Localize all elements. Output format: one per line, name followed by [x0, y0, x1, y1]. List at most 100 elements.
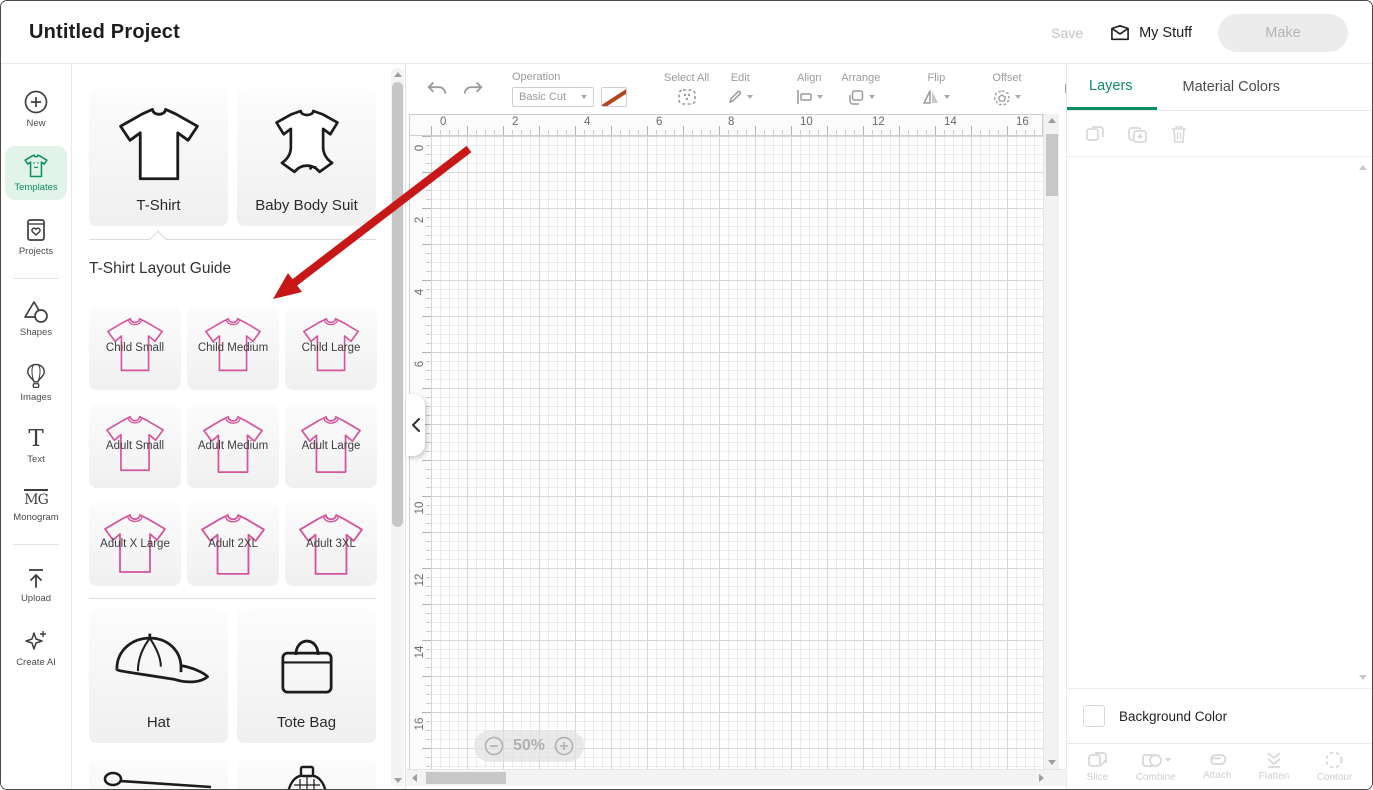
sidebar-item-shapes[interactable]: Shapes [5, 293, 67, 345]
align-button[interactable]: Align [795, 72, 823, 106]
section-title: T-Shirt Layout Guide [89, 260, 231, 278]
ruler-number: 16 [414, 714, 426, 734]
attach-button[interactable]: Attach [1203, 752, 1231, 781]
tab-layers[interactable]: Layers [1067, 64, 1157, 110]
layout-card-adult-x-large[interactable]: Adult X Large [89, 502, 181, 586]
flip-icon [922, 89, 940, 105]
flip-button[interactable]: Flip [922, 72, 950, 106]
duplicate-layer-icon[interactable] [1127, 124, 1148, 144]
edit-button[interactable]: Edit [727, 72, 753, 106]
layout-card-adult-small[interactable]: Adult Small [89, 404, 181, 488]
sidebar-item-images[interactable]: Images [5, 355, 67, 410]
zoom-control: 50% [474, 730, 584, 762]
slice-icon [1087, 751, 1108, 770]
tool-label: Select All [664, 72, 709, 84]
zoom-out-button[interactable] [484, 736, 504, 756]
action-label: Contour [1317, 772, 1353, 783]
arrange-icon [847, 89, 865, 106]
layer-list[interactable] [1067, 157, 1372, 688]
select-all-button[interactable]: Select All [664, 72, 709, 106]
layout-card-adult-medium[interactable]: Adult Medium [187, 404, 279, 488]
undo-button[interactable] [426, 80, 448, 98]
ruler-number: 0 [414, 138, 426, 158]
canvas-toolbar: Operation Basic Cut Select All Edit [406, 64, 1066, 114]
scroll-up-arrow-icon[interactable] [1048, 118, 1056, 123]
canvas-region: Operation Basic Cut Select All Edit [406, 64, 1066, 789]
scroll-down-arrow-icon[interactable] [1048, 760, 1056, 765]
section-divider [89, 598, 376, 599]
scroll-up-arrow-icon[interactable] [394, 72, 402, 77]
layer-tools [1067, 111, 1372, 157]
contour-button[interactable]: Contour [1317, 750, 1353, 783]
operation-select[interactable]: Basic Cut [512, 87, 594, 107]
flatten-button[interactable]: Flatten [1259, 751, 1290, 782]
ruler-number: 14 [414, 642, 426, 662]
scroll-up-arrow-icon[interactable] [1359, 165, 1367, 170]
save-button[interactable]: Save [1051, 25, 1083, 41]
design-canvas[interactable]: 50% [431, 136, 1043, 769]
slice-button[interactable]: Slice [1087, 751, 1109, 783]
caret-down-icon [817, 95, 823, 99]
scrollbar-thumb[interactable] [392, 82, 403, 527]
layout-card-adult-3xl[interactable]: Adult 3XL [285, 502, 377, 586]
template-card-baby-body-suit[interactable]: Baby Body Suit [237, 89, 376, 226]
arrange-button[interactable]: Arrange [841, 72, 880, 106]
template-card-tshirt[interactable]: T-Shirt [89, 89, 228, 226]
canvas-horizontal-scrollbar[interactable] [406, 769, 1066, 786]
sidebar-item-label: Images [20, 392, 51, 403]
templates-panel: T-Shirt Baby Body Suit T-Shirt Layout Gu… [72, 64, 406, 789]
sidebar-item-monogram[interactable]: MG Monogram [5, 482, 67, 530]
canvas-vertical-scrollbar[interactable] [1043, 114, 1059, 769]
flatten-icon [1264, 751, 1284, 769]
sidebar-item-upload[interactable]: Upload [5, 559, 67, 611]
scrollbar-thumb[interactable] [426, 772, 506, 784]
layout-card-child-large[interactable]: Child Large [285, 306, 377, 390]
ruler-number: 6 [414, 354, 426, 374]
tab-material-colors[interactable]: Material Colors [1177, 64, 1287, 110]
layout-card-adult-large[interactable]: Adult Large [285, 404, 377, 488]
layout-card-label: Child Small [89, 342, 181, 354]
undo-icon [426, 80, 448, 98]
offset-button[interactable]: Offset [992, 72, 1021, 106]
ruler-number: 10 [800, 116, 813, 128]
operation-group: Operation Basic Cut [512, 71, 627, 107]
template-card-label: T-Shirt [89, 197, 228, 214]
make-button[interactable]: Make [1218, 14, 1348, 52]
combine-button[interactable]: Combine [1136, 751, 1176, 783]
project-title[interactable]: Untitled Project [29, 21, 180, 44]
sidebar-item-new[interactable]: New [5, 82, 67, 136]
align-icon [795, 89, 813, 105]
template-card-tote-bag[interactable]: Tote Bag [237, 609, 376, 743]
my-stuff-button[interactable]: My Stuff [1109, 24, 1192, 42]
template-card-hat[interactable]: Hat [89, 609, 228, 743]
background-color-swatch[interactable] [1083, 705, 1105, 727]
attach-icon [1206, 752, 1228, 768]
operation-value: Basic Cut [519, 91, 566, 103]
sidebar-divider [13, 544, 59, 545]
group-layers-icon[interactable] [1085, 124, 1105, 144]
template-card-partial[interactable] [237, 759, 376, 789]
template-card-partial[interactable] [89, 759, 228, 789]
sidebar-item-projects[interactable]: Projects [5, 210, 67, 264]
scrollbar-thumb[interactable] [1046, 134, 1058, 196]
sidebar-item-create-ai[interactable]: Create AI [5, 621, 67, 675]
layout-card-child-small[interactable]: Child Small [89, 306, 181, 390]
scroll-down-arrow-icon[interactable] [1359, 675, 1367, 680]
apron-icon [280, 765, 334, 789]
sidebar-item-templates[interactable]: Templates [5, 146, 67, 200]
layout-card-child-medium[interactable]: Child Medium [187, 306, 279, 390]
scroll-left-arrow-icon[interactable] [412, 774, 417, 782]
scroll-down-arrow-icon[interactable] [394, 778, 402, 783]
zoom-in-button[interactable] [554, 736, 574, 756]
redo-button[interactable] [462, 80, 484, 98]
scroll-right-arrow-icon[interactable] [1039, 774, 1044, 782]
tool-label: Arrange [841, 72, 880, 84]
color-swatch[interactable] [601, 87, 627, 107]
layout-card-adult-2xl[interactable]: Adult 2XL [187, 502, 279, 586]
ruler-number: 12 [872, 116, 885, 128]
sidebar-item-text[interactable]: T Text [5, 420, 67, 472]
delete-layer-icon[interactable] [1170, 124, 1188, 144]
templates-scrollbar[interactable] [391, 68, 404, 787]
layout-card-label: Adult 2XL [187, 538, 279, 550]
panel-collapse-handle[interactable] [406, 394, 425, 456]
